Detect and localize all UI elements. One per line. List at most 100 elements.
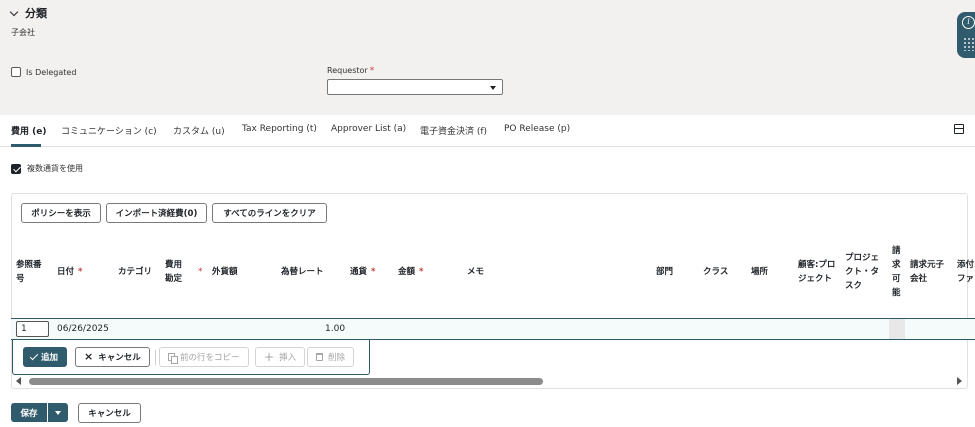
show-policy-button[interactable]: ポリシーを表示 (21, 203, 101, 223)
col-header-location[interactable]: 場所 (751, 265, 768, 279)
required-star: * (198, 267, 203, 277)
side-help-widget[interactable]: i (957, 12, 975, 58)
ref-number-input[interactable]: 1 (16, 321, 49, 337)
multicurrency-field[interactable]: 複数通貨を使用 (11, 163, 83, 174)
info-icon[interactable]: i (962, 16, 975, 29)
required-star: * (371, 267, 376, 277)
is-delegated-label: Is Delegated (26, 67, 77, 77)
col-header-line: 号 (16, 274, 25, 284)
multicurrency-checkbox[interactable] (11, 163, 21, 174)
clear-all-lines-button[interactable]: すべてのラインをクリア (212, 203, 327, 223)
requestor-label-text: Requestor (327, 66, 368, 75)
is-delegated-field[interactable]: Is Delegated (11, 67, 76, 77)
dropdown-caret-icon (490, 86, 496, 90)
col-header-line: 顧客:プロ (798, 260, 836, 270)
date-cell[interactable]: 06/26/2025 (57, 324, 109, 334)
plus-icon: + (264, 350, 275, 364)
col-header-line: ファ (957, 274, 975, 284)
requestor-label: Requestor * (327, 66, 374, 76)
col-header-exchange-rate[interactable]: 為替レート (281, 265, 324, 279)
col-header-line: プロジェ (845, 253, 880, 263)
col-header-line: 添付 (957, 260, 975, 270)
tab-tax-reporting[interactable]: Tax Reporting (t) (242, 124, 317, 134)
col-header-ref-number[interactable]: 参照番号 (16, 258, 42, 286)
table-row[interactable] (11, 318, 975, 340)
col-header-line: 部門 (656, 267, 674, 277)
billable-cell[interactable] (889, 319, 905, 339)
cancel-line-label: キャンセル (98, 353, 141, 363)
col-header-line: クラス (703, 267, 729, 277)
is-delegated-checkbox[interactable] (11, 67, 21, 77)
tab-custom[interactable]: カスタム (u) (173, 124, 225, 137)
save-button[interactable]: 保存 (11, 403, 47, 422)
grip-dots-icon[interactable] (963, 37, 975, 51)
col-header-line: 費用 (165, 260, 183, 270)
col-header-line: 請 (892, 246, 901, 256)
col-header-expense-account[interactable]: 費用 勘定 (165, 258, 182, 286)
scroll-left-arrow-icon[interactable] (16, 377, 21, 385)
col-header-project-task[interactable]: プロジェクト・タスク (845, 251, 879, 293)
cancel-button[interactable]: キャンセル (78, 403, 141, 423)
check-icon (29, 351, 39, 360)
col-header-category[interactable]: カテゴリ (118, 265, 152, 279)
col-header-date[interactable]: 日付 * (57, 265, 82, 279)
tab-communication[interactable]: コミュニケーション (c) (61, 124, 157, 137)
col-header-customer-project[interactable]: 顧客:プロジェクト (798, 258, 835, 286)
col-header-line: 日付 (57, 267, 75, 277)
copy-previous-label: 前の行をコピー (180, 353, 240, 363)
insert-line-button[interactable]: + 挿入 (255, 347, 306, 367)
col-header-line: 可 (892, 274, 901, 284)
multicurrency-label: 複数通貨を使用 (27, 164, 83, 173)
col-header-line: スク (845, 281, 863, 291)
subtab-bar: 費用 (e) コミュニケーション (c) カスタム (u) Tax Report… (0, 115, 975, 147)
col-header-billable[interactable]: 請求可能 (892, 244, 901, 300)
required-star: * (78, 267, 83, 277)
add-line-label: 追加 (41, 353, 59, 363)
save-options-dropdown[interactable] (48, 403, 68, 422)
col-header-line: 会社 (910, 274, 928, 284)
col-header-line: 場所 (751, 267, 769, 277)
col-header-line: 金額 (398, 267, 416, 277)
exchange-rate-cell[interactable]: 1.00 (325, 324, 345, 334)
col-header-line: クト・タ (845, 267, 880, 277)
col-header-line: 能 (892, 288, 901, 298)
required-star: * (419, 267, 424, 277)
tab-po-release[interactable]: PO Release (p) (504, 124, 570, 134)
col-header-amount[interactable]: 金額 * (398, 265, 423, 279)
scroll-right-arrow-icon[interactable] (957, 377, 962, 385)
col-header-department[interactable]: 部門 (656, 265, 673, 279)
horizontal-scrollbar[interactable] (29, 378, 543, 385)
col-header-attachment[interactable]: 添付 ファ (957, 258, 975, 286)
cancel-line-button[interactable]: × キャンセル (75, 347, 150, 367)
section-toggle[interactable]: 分類 (9, 5, 47, 21)
import-expenses-button[interactable]: インポート済経費(0) (106, 203, 207, 223)
required-star: * (369, 66, 375, 76)
col-header-line: 請求元子 (910, 260, 945, 270)
col-header-billing-subsidiary[interactable]: 請求元子 会社 (910, 258, 944, 286)
tab-electronic-funds[interactable]: 電子資金決済 (f) (420, 124, 487, 137)
section-title: 分類 (25, 7, 47, 20)
col-header-line: 為替レート (281, 267, 324, 277)
col-header-line: 勘定 (165, 274, 183, 284)
copy-previous-button[interactable]: 前の行をコピー (159, 347, 249, 367)
tab-approver-list[interactable]: Approver List (a) (331, 124, 406, 134)
close-icon: × (84, 350, 94, 363)
add-line-button[interactable]: 追加 (23, 347, 68, 367)
layout-toggle-icon[interactable] (954, 124, 964, 134)
copy-icon (168, 353, 178, 364)
active-tab-indicator (11, 144, 41, 147)
col-header-line: 参照番 (16, 260, 42, 270)
col-header-memo[interactable]: メモ (467, 265, 484, 279)
col-header-line: ジェクト (798, 274, 833, 284)
col-header-line: 外貨額 (212, 267, 238, 277)
delete-line-label: 削除 (328, 353, 346, 363)
col-header-class[interactable]: クラス (703, 265, 728, 279)
delete-line-button[interactable]: 削除 (307, 347, 355, 367)
requestor-select[interactable] (327, 79, 503, 95)
col-header-currency[interactable]: 通貨 * (350, 265, 375, 279)
classification-section (0, 0, 975, 115)
tab-expenses[interactable]: 費用 (e) (11, 124, 46, 137)
toolbar-divider (155, 350, 156, 365)
col-header-line: カテゴリ (118, 267, 153, 277)
col-header-foreign-amount[interactable]: 外貨額 (212, 265, 238, 279)
